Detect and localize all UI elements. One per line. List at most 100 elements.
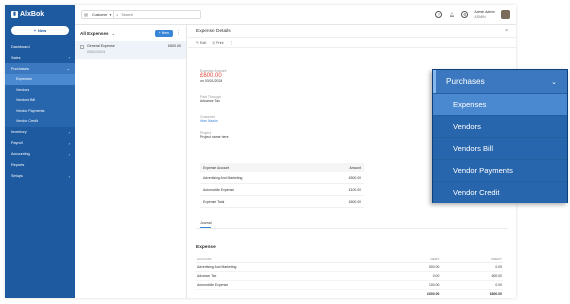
close-icon[interactable]: ×: [505, 28, 508, 34]
callout-purchases-header[interactable]: Purchases ⌄: [433, 70, 567, 93]
chevron-right-icon: ›: [68, 55, 70, 60]
column-header: ACCOUNT: [196, 255, 378, 263]
sidebar-item-payroll[interactable]: Payroll ›: [5, 138, 75, 149]
table-header-row: Expense Account Amount: [200, 163, 364, 172]
callout-item-vendors-bill[interactable]: Vendors Bill: [433, 137, 567, 159]
column-header: CREDIT: [440, 255, 503, 263]
sidebar-item-dashboard[interactable]: Dashboard: [5, 41, 75, 52]
new-expense-button[interactable]: + New: [154, 29, 173, 37]
sidebar-item-label: Accounting: [11, 152, 30, 156]
column-header: DEBIT: [377, 255, 441, 263]
expenses-list-panel: All Expenses ⌄ + New ⋮ General Expense 0…: [75, 25, 187, 298]
expense-amount-field: Expense Amount £600.00 on 03/01/2024: [188, 69, 226, 83]
table-cell: Advertising And Marketing: [196, 262, 378, 272]
callout-item-vendors[interactable]: Vendors: [433, 115, 567, 137]
sidebar-subitem-vendor-payments[interactable]: Vendor Payments: [5, 105, 75, 116]
settings-icon[interactable]: ⚙: [461, 11, 469, 18]
table-cell: £100.00: [316, 183, 364, 196]
printer-icon: ⎙: [212, 40, 216, 45]
table-cell: 0.00: [440, 262, 503, 272]
journal-table: ACCOUNT DEBIT CREDIT Advertising And Mar…: [196, 255, 503, 298]
table-cell: Automobile Expense: [200, 183, 317, 196]
new-button-label: New: [38, 28, 47, 33]
callout-item-vendor-payments[interactable]: Vendor Payments: [433, 159, 567, 181]
row-checkbox[interactable]: [80, 45, 84, 49]
purchases-menu-callout: Purchases ⌄ Expenses Vendors Vendors Bil…: [432, 69, 568, 203]
chevron-right-icon: ›: [68, 140, 70, 146]
callout-title: Purchases: [446, 77, 485, 86]
edit-button[interactable]: ✎ Edit: [196, 41, 206, 45]
sidebar-item-label: Inventory: [11, 130, 27, 134]
help-icon[interactable]: ?: [435, 11, 443, 18]
sidebar-subitem-vendor-credit[interactable]: Vendor Credit: [5, 116, 75, 127]
bell-icon[interactable]: 🔔︎: [448, 11, 455, 18]
sidebar-item-label: Payroll: [11, 141, 23, 145]
table-row: Automobile Expense 100.00 0.00: [196, 280, 503, 290]
table-cell: £600.00: [427, 292, 440, 296]
chevron-down-icon: ⌄: [66, 66, 70, 71]
list-header: All Expenses ⌄ + New ⋮: [75, 25, 186, 41]
sidebar-item-purchases[interactable]: Purchases ⌄: [5, 63, 75, 74]
table-cell: 600.00: [440, 271, 503, 281]
sidebar-item-inventory[interactable]: Inventory ›: [5, 127, 75, 138]
sidebar-item-setups[interactable]: Setups ›: [5, 171, 75, 182]
table-cell: £600.00: [489, 292, 502, 296]
chevron-right-icon: ›: [68, 151, 70, 157]
table-cell: 0.00: [440, 280, 503, 290]
chevron-down-icon: ▾: [109, 12, 112, 17]
search-input[interactable]: [118, 12, 189, 17]
callout-item-vendor-credit[interactable]: Vendor Credit: [433, 181, 567, 203]
sidebar-subitem-expenses[interactable]: Expenses: [5, 74, 75, 85]
table-cell: £500.00: [316, 172, 364, 184]
chevron-down-icon[interactable]: ⌄: [112, 31, 115, 36]
sidebar-subitem-label: Vendors Bill: [16, 98, 35, 103]
customer-field: Customer Irfan Nazim: [188, 115, 218, 123]
menu-icon[interactable]: ▤: [82, 12, 90, 17]
column-header: Amount: [316, 163, 364, 172]
sidebar-subitem-vendors[interactable]: Vendors: [5, 84, 75, 95]
sidebar-subitem-vendors-bill[interactable]: Vendors Bill: [5, 95, 75, 106]
chevron-right-icon: ›: [68, 173, 70, 179]
table-cell: Automobile Expense: [196, 280, 378, 290]
sidebar-item-reports[interactable]: Reports: [5, 160, 75, 171]
table-cell: 100.00: [377, 280, 441, 290]
sidebar-item-sales[interactable]: Sales ›: [5, 52, 75, 63]
customer-link[interactable]: Irfan Nazim: [200, 119, 218, 123]
top-icons: ? 🔔︎ ⚙ Admin Admin ADMIN: [435, 10, 516, 19]
table-cell: 500.00: [377, 262, 441, 272]
detail-toolbar: ✎ Edit ⎙ Print ⋮: [188, 38, 516, 48]
table-cell: £600.00: [316, 195, 364, 208]
search-scope-label: Customer: [92, 12, 108, 17]
search-scope-select[interactable]: Customer ▾: [90, 11, 115, 18]
logo-text: AlxBok: [20, 10, 45, 18]
print-button[interactable]: ⎙ Print: [212, 41, 223, 45]
user-info[interactable]: Admin Admin ADMIN: [474, 10, 495, 19]
table-row: Automobile Expense £100.00: [200, 183, 364, 196]
sidebar-item-label: Setups: [11, 174, 23, 178]
sidebar: ▮ AlxBok + New Dashboard Sales › Purchas…: [5, 5, 75, 298]
tab-journal[interactable]: Journal: [200, 221, 212, 228]
more-options-icon[interactable]: ⋮: [176, 30, 181, 36]
callout-item-expenses[interactable]: Expenses: [433, 93, 567, 115]
list-title[interactable]: All Expenses: [80, 31, 109, 36]
logo-icon: ▮: [11, 10, 18, 18]
sidebar-subitem-label: Vendors: [16, 87, 30, 92]
table-cell: 0.00: [377, 271, 441, 281]
table-header-row: ACCOUNT DEBIT CREDIT: [196, 255, 503, 263]
more-options-icon[interactable]: ⋮: [229, 41, 233, 45]
expense-date: 03/01/2024: [87, 50, 105, 54]
sidebar-item-accounting[interactable]: Accounting ›: [5, 149, 75, 160]
user-role: ADMIN: [474, 14, 486, 19]
project-value: Project name here: [200, 135, 229, 139]
app-logo[interactable]: ▮ AlxBok: [5, 5, 75, 23]
avatar[interactable]: [501, 10, 510, 19]
column-header: Expense Account: [200, 163, 317, 172]
table-cell: Advertising And Marketing: [200, 172, 317, 184]
detail-title: Expense Details: [196, 28, 231, 34]
list-item[interactable]: General Expense 03/01/2024 £600.00: [75, 41, 186, 59]
expense-items-table: Expense Account Amount Advertising And M…: [200, 163, 364, 208]
paid-through-field: Paid Through Advance Tax: [188, 95, 221, 103]
detail-header: Expense Details ×: [188, 25, 516, 38]
paid-through-value: Advance Tax: [200, 99, 220, 103]
new-button[interactable]: + New: [11, 26, 69, 35]
